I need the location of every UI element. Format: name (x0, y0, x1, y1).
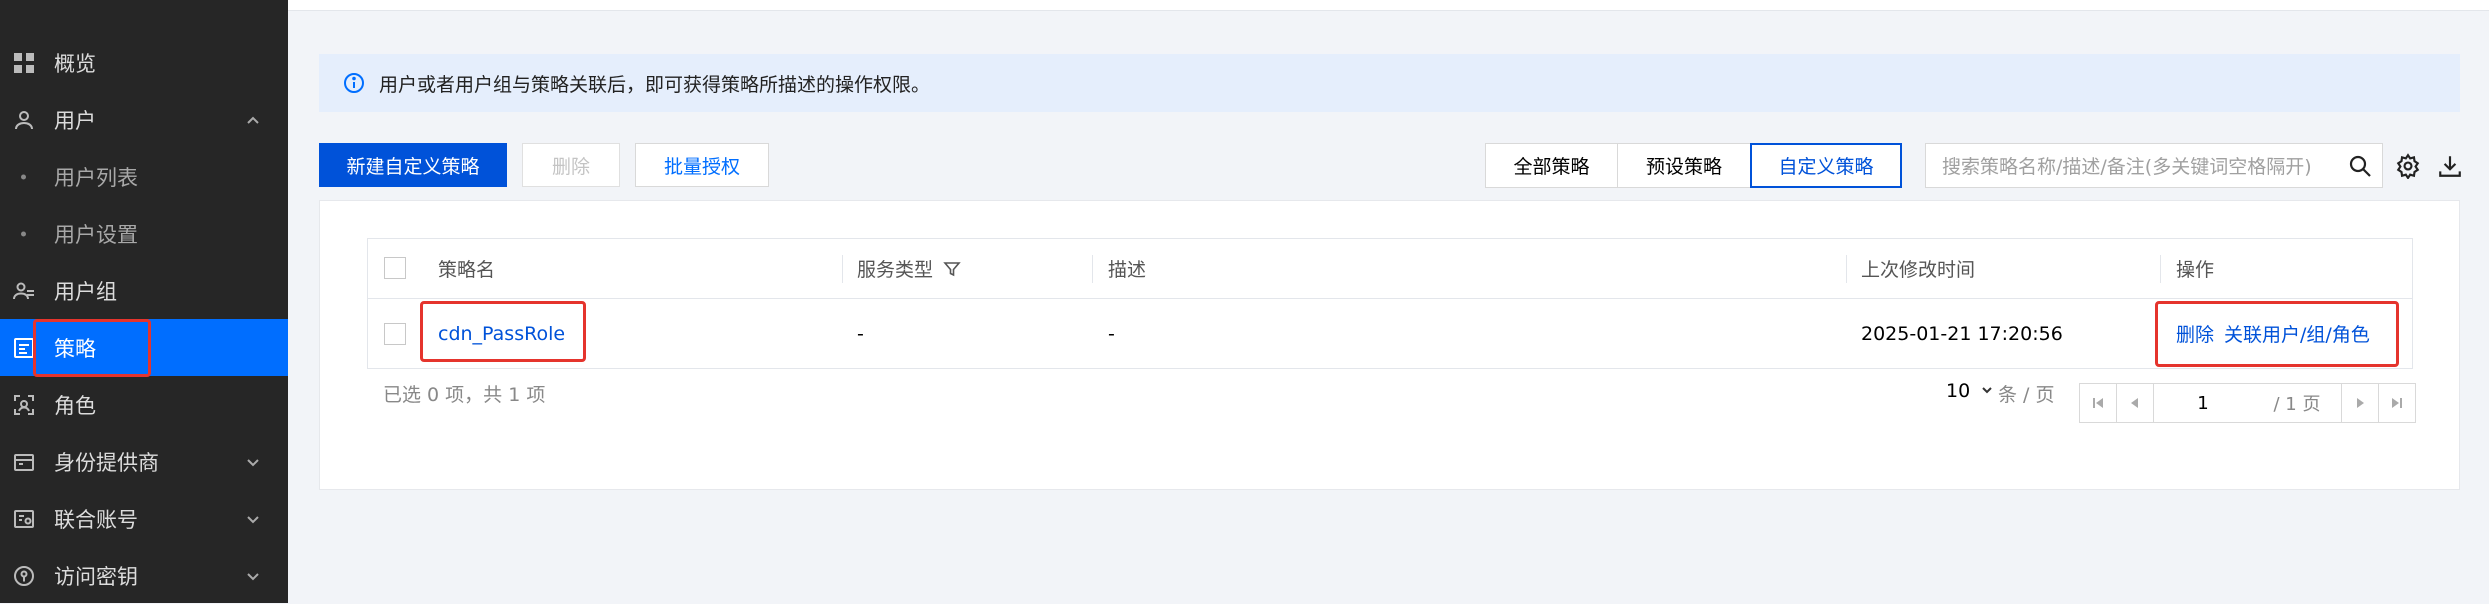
sidebar-item-federated-accounts[interactable]: 联合账号 (0, 490, 288, 547)
column-separator (1092, 255, 1093, 283)
column-separator (842, 255, 843, 283)
sidebar-item-label: 访问密钥 (54, 564, 138, 589)
sidebar-item-label: 用户列表 (54, 165, 138, 190)
sidebar-item-label: 用户设置 (54, 222, 138, 247)
notice-text: 用户或者用户组与策略关联后，即可获得策略所描述的操作权限。 (379, 73, 931, 96)
delete-button[interactable]: 删除 (522, 143, 620, 187)
selection-summary: 已选 0 项，共 1 项 (383, 384, 546, 406)
chevron-down-icon[interactable] (244, 453, 262, 471)
user-icon (15, 110, 33, 129)
next-page-button[interactable] (2341, 383, 2379, 423)
new-custom-policy-button[interactable]: 新建自定义策略 (319, 143, 507, 187)
sidebar-item-identity-providers[interactable]: 身份提供商 (0, 433, 288, 490)
sidebar-item-user-settings[interactable]: 用户设置 (0, 205, 288, 262)
download-icon[interactable] (2437, 153, 2463, 179)
first-page-button[interactable] (2079, 383, 2117, 423)
page-number-input[interactable]: 1 (2153, 383, 2253, 423)
last-page-button[interactable] (2378, 383, 2416, 423)
row-service-type: - (857, 322, 864, 345)
identity-provider-icon (14, 453, 34, 471)
highlight-box-policies (33, 319, 151, 377)
header-service-type-label: 服务类型 (857, 259, 934, 281)
sidebar: 概览 用户 用户列表 用户设置 用户组 策略 角色 身份提供商 联合账号 访问密… (0, 0, 288, 603)
prev-page-button[interactable] (2116, 383, 2154, 423)
prev-page-icon (2131, 398, 2138, 408)
sidebar-item-label: 角色 (54, 393, 96, 418)
info-notice: 用户或者用户组与策略关联后，即可获得策略所描述的操作权限。 (319, 54, 2460, 112)
page-size-value: 10 (1946, 380, 1971, 402)
header-service-type: 服务类型 (857, 239, 961, 298)
chevron-down-icon[interactable] (244, 510, 262, 528)
highlight-box-operations (2155, 301, 2399, 367)
row-last-modified: 2025-01-21 17:20:56 (1861, 322, 2063, 345)
column-separator (1846, 255, 1847, 283)
federated-account-icon (14, 509, 34, 528)
select-all-checkbox[interactable] (384, 257, 406, 279)
row-description: - (1108, 322, 1115, 345)
batch-authorize-button[interactable]: 批量授权 (635, 143, 769, 187)
key-icon (14, 565, 34, 586)
sidebar-item-label: 用户组 (54, 279, 117, 304)
sidebar-item-label: 身份提供商 (54, 450, 159, 475)
filter-custom-policies[interactable]: 自定义策略 (1750, 143, 1902, 188)
sidebar-item-label: 联合账号 (54, 507, 138, 532)
sidebar-item-access-keys[interactable]: 访问密钥 (0, 547, 288, 604)
gear-icon[interactable] (2395, 153, 2421, 179)
sidebar-item-overview[interactable]: 概览 (0, 34, 288, 91)
filter-preset-policies[interactable]: 预设策略 (1617, 143, 1751, 188)
bullet-dot (21, 174, 26, 179)
page-size-unit: 条 / 页 (1998, 384, 2055, 406)
header-description: 描述 (1108, 259, 1147, 281)
sidebar-item-user-list[interactable]: 用户列表 (0, 148, 288, 205)
filter-icon[interactable] (943, 260, 961, 278)
search-box (1925, 143, 2383, 189)
sidebar-item-roles[interactable]: 角色 (0, 376, 288, 433)
header-operations: 操作 (2176, 259, 2215, 281)
sidebar-item-label: 概览 (54, 51, 96, 76)
page-total: / 1 页 (2252, 383, 2342, 423)
user-group-icon (13, 282, 34, 299)
last-page-icon (2392, 398, 2402, 408)
table-header (368, 239, 2412, 299)
header-policy-name: 策略名 (438, 259, 496, 281)
grid-icon (14, 52, 34, 73)
bullet-dot (21, 231, 26, 236)
role-icon (14, 394, 34, 415)
header-last-modified: 上次修改时间 (1861, 259, 1976, 281)
top-band (288, 0, 2489, 11)
highlight-box-policy-name (420, 301, 586, 362)
first-page-icon (2093, 398, 2103, 408)
column-separator (2160, 255, 2161, 283)
sidebar-item-label: 用户 (54, 108, 96, 133)
chevron-up-icon[interactable] (244, 111, 262, 129)
next-page-icon (2357, 398, 2364, 408)
filter-all-policies[interactable]: 全部策略 (1485, 143, 1618, 188)
policy-table: 策略名 服务类型 描述 上次修改时间 操作 cdn_PassRole - - 2… (367, 238, 2413, 369)
search-icon[interactable] (2348, 154, 2372, 178)
page-size-select[interactable]: 10 (1946, 380, 1994, 402)
search-input[interactable] (1940, 144, 2334, 189)
sidebar-item-users[interactable]: 用户 (0, 91, 288, 148)
chevron-down-icon[interactable] (244, 567, 262, 585)
sidebar-item-user-groups[interactable]: 用户组 (0, 262, 288, 319)
info-icon (344, 73, 364, 93)
chevron-down-icon (1982, 387, 1992, 394)
row-checkbox[interactable] (384, 323, 406, 345)
